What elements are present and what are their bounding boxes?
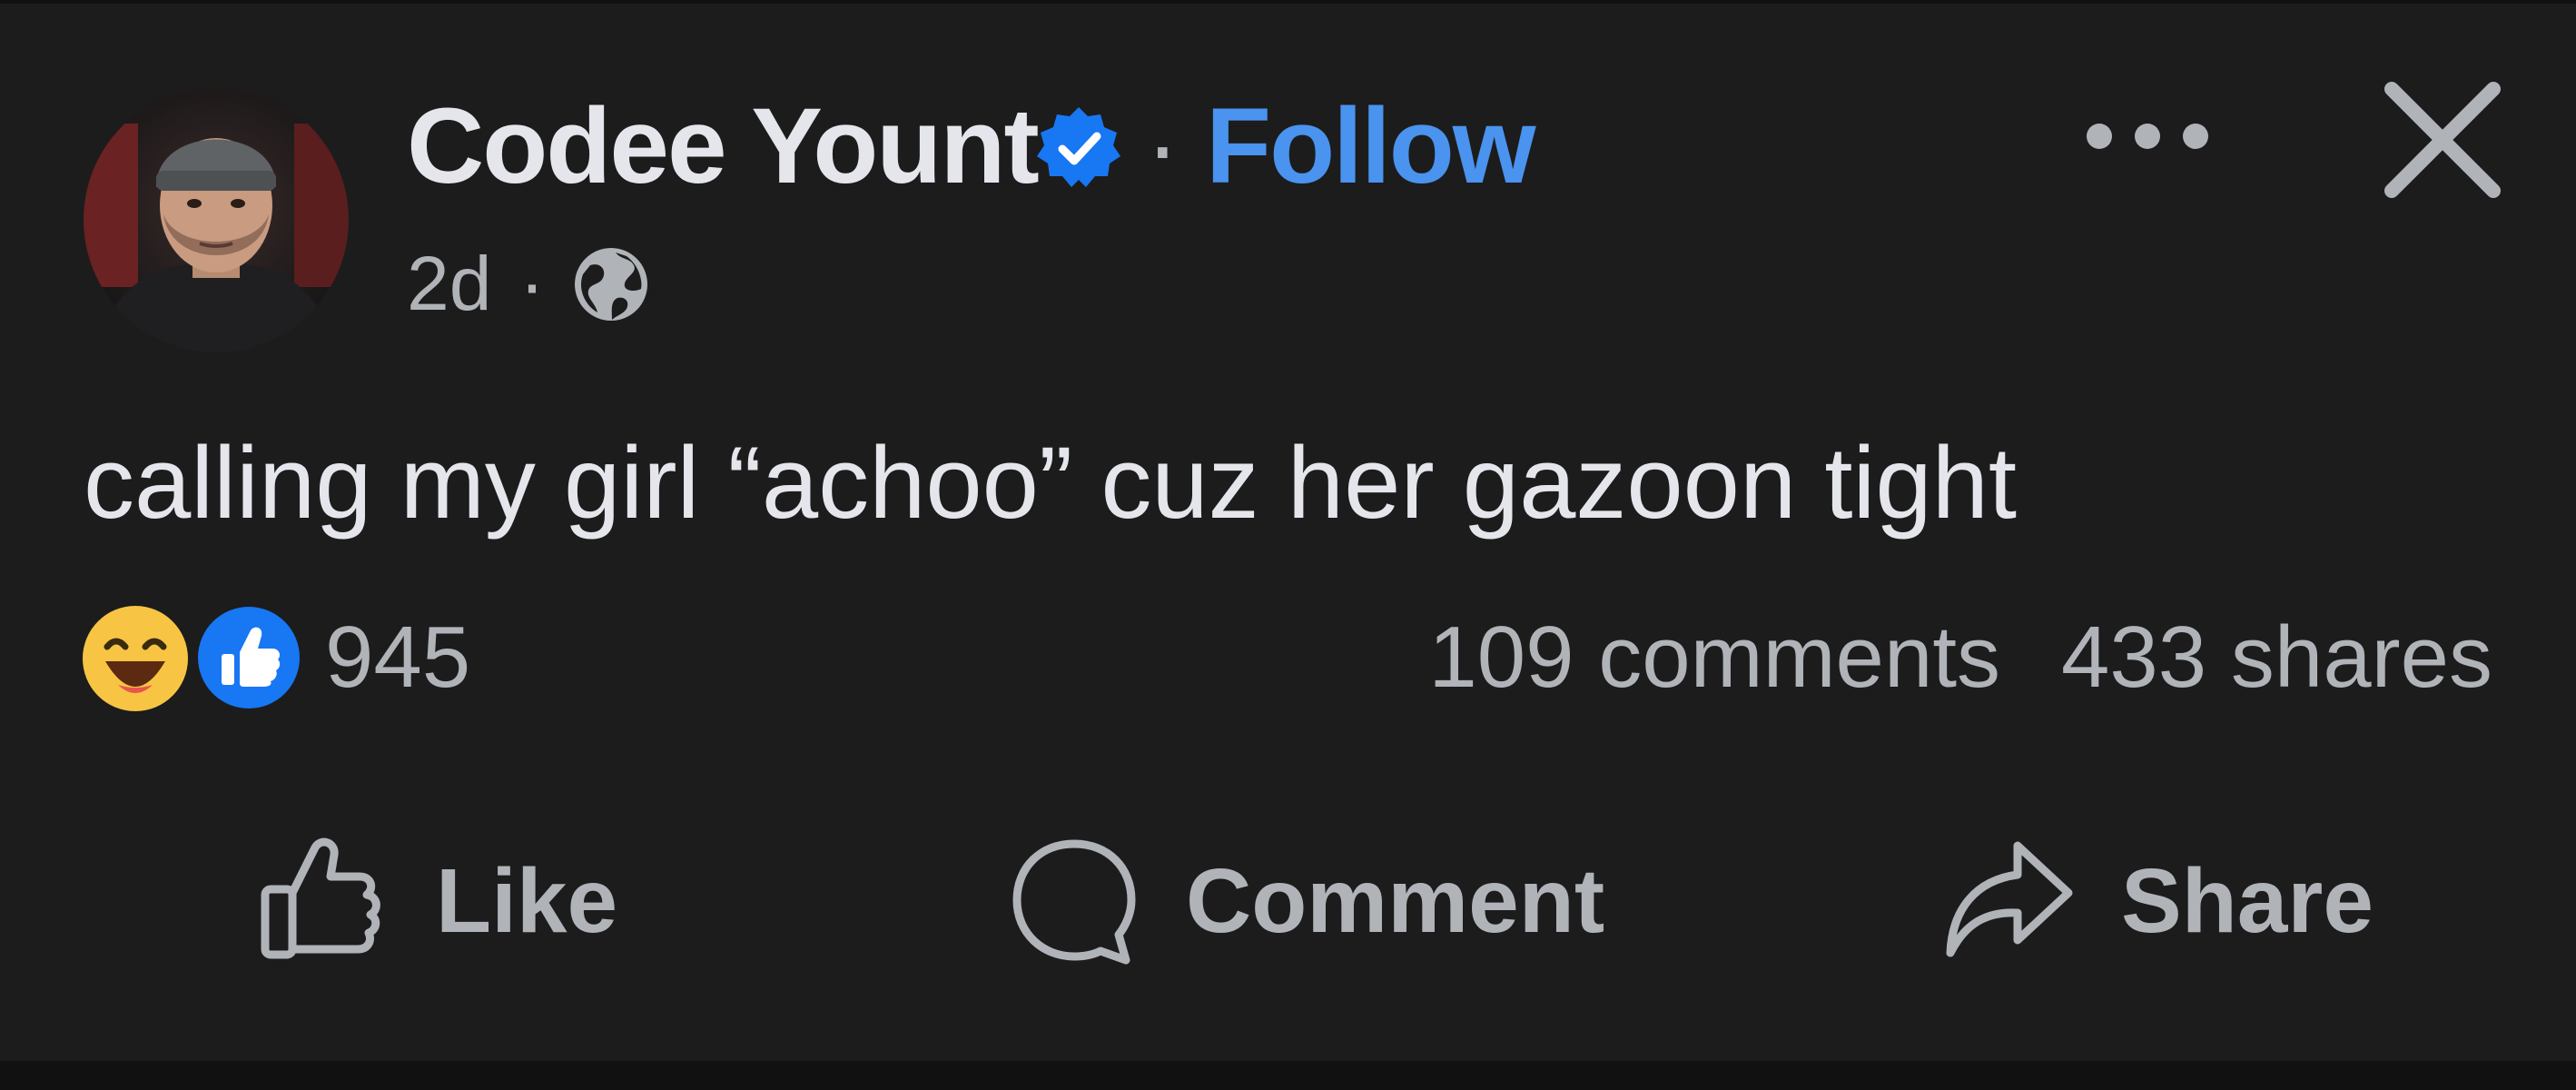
like-button[interactable]: Like [256,828,617,974]
bottom-edge-divider [0,1061,2576,1090]
comment-label: Comment [1186,850,1605,952]
post-text: calling my girl “achoo” cuz her gazoon t… [84,426,2018,540]
more-icon[interactable] [2079,100,2216,173]
verified-badge-icon [1037,107,1120,187]
comment-button[interactable]: Comment [1006,828,1604,974]
meta-separator: · [519,241,545,326]
author-avatar[interactable] [84,87,349,352]
comments-count[interactable]: 109 comments [1428,605,2000,710]
close-icon[interactable] [2379,76,2506,203]
top-edge-divider [0,0,2576,4]
share-label: Share [2121,850,2374,952]
post-timestamp[interactable]: 2d [407,238,491,329]
follow-button[interactable]: Follow [1206,87,1536,205]
like-label: Like [436,850,618,952]
haha-icon[interactable] [80,603,191,714]
like-icon [198,607,300,708]
author-name[interactable]: Codee Yount [407,87,1040,205]
share-button[interactable]: Share [1941,828,2374,974]
header-separator: · [1146,90,1179,202]
comment-bubble-icon [1012,839,1136,965]
globe-icon [575,248,647,321]
like-reaction-icon-wrapper[interactable] [191,600,307,716]
avatar-photo [84,87,349,352]
share-arrow-icon [1946,841,2073,957]
shares-count[interactable]: 433 shares [2061,605,2492,710]
thumbs-up-icon [261,837,380,959]
reaction-count[interactable]: 945 [325,605,470,710]
